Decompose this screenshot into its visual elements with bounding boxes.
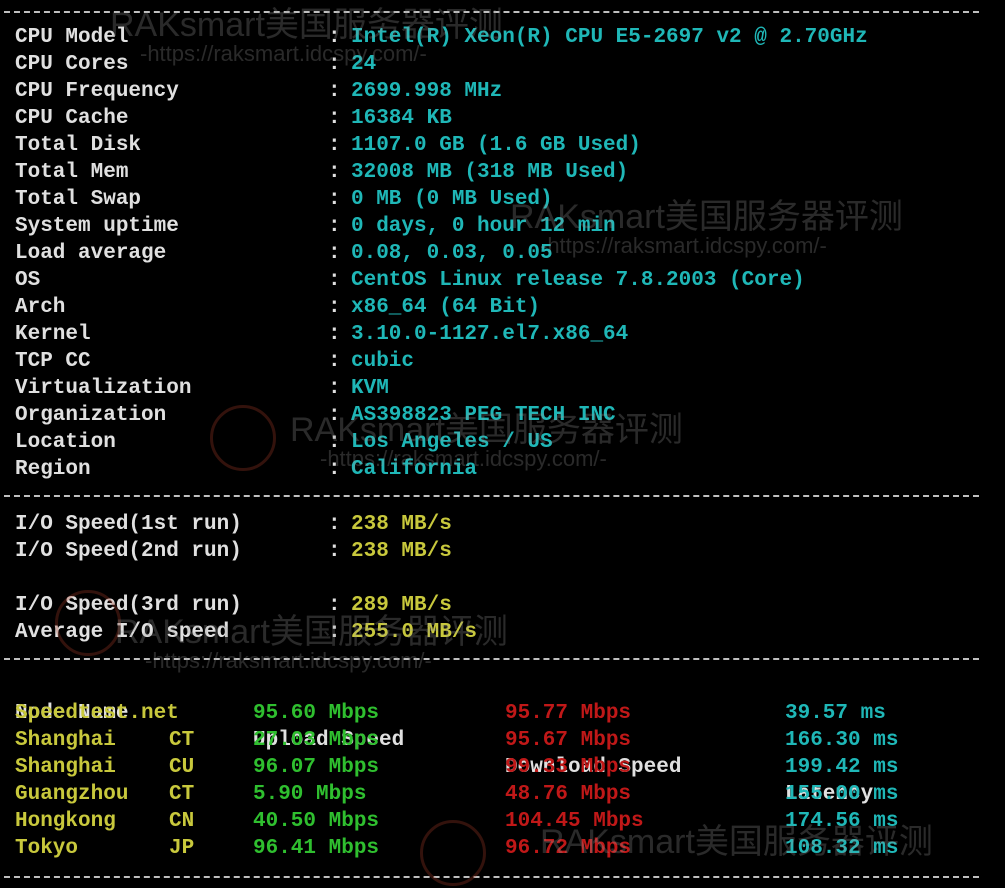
info-colon: : [328,458,341,481]
info-colon: : [328,350,341,373]
io-colon: : [328,540,341,563]
latency: 174.56 ms [785,810,899,833]
node-name: Guangzhou [15,783,129,806]
download-speed: 95.67 Mbps [505,729,632,752]
node-name: Speedtest.net [15,702,179,725]
info-value: 16384 KB [351,107,452,130]
info-value: 32008 MB (318 MB Used) [351,161,629,184]
info-label: Total Swap [15,188,142,211]
download-speed: 96.72 Mbps [505,837,632,860]
io-value: 255.0 MB/s [351,621,478,644]
info-value: 0.08, 0.03, 0.05 [351,242,553,265]
io-label: I/O Speed(2nd run) [15,540,242,563]
info-label: Load average [15,242,167,265]
upload-speed: 27.03 Mbps [253,729,380,752]
info-colon: : [328,107,341,130]
info-colon: : [328,26,341,49]
info-colon: : [328,404,341,427]
latency: 166.30 ms [785,729,899,752]
info-colon: : [328,134,341,157]
info-colon: : [328,431,341,454]
watermark-logo-icon [210,405,276,471]
info-value: cubic [351,350,415,373]
info-colon: : [328,377,341,400]
download-speed: 99.33 Mbps [505,756,632,779]
node-isp: CT [169,783,195,806]
info-label: Kernel [15,323,91,346]
upload-speed: 5.90 Mbps [253,783,367,806]
info-value: KVM [351,377,389,400]
info-value: AS398823 PEG TECH INC [351,404,616,427]
node-name: Tokyo [15,837,79,860]
io-label: I/O Speed(1st run) [15,513,242,536]
info-colon: : [328,80,341,103]
node-isp: CN [169,810,195,833]
io-label: I/O Speed(3rd run) [15,594,242,617]
io-colon: : [328,594,341,617]
info-label: Total Disk [15,134,142,157]
info-label: CPU Frequency [15,80,179,103]
latency: 155.00 ms [785,783,899,806]
info-value: CentOS Linux release 7.8.2003 (Core) [351,269,805,292]
info-colon: : [328,215,341,238]
upload-speed: 40.50 Mbps [253,810,380,833]
info-colon: : [328,161,341,184]
info-label: Organization [15,404,167,427]
node-isp: CU [169,756,195,779]
info-value: 3.10.0-1127.el7.x86_64 [351,323,629,346]
separator-2 [4,658,979,660]
info-label: OS [15,269,41,292]
io-colon: : [328,621,341,644]
io-value: 289 MB/s [351,594,452,617]
info-value: Intel(R) Xeon(R) CPU E5-2697 v2 @ 2.70GH… [351,26,868,49]
info-label: TCP CC [15,350,91,373]
info-label: Arch [15,296,66,319]
info-value: x86_64 (64 Bit) [351,296,541,319]
separator-top [4,11,979,13]
info-label: Location [15,431,116,454]
upload-speed: 95.60 Mbps [253,702,380,725]
info-value: 0 days, 0 hour 12 min [351,215,616,238]
info-value: 2699.998 MHz [351,80,503,103]
info-colon: : [328,323,341,346]
upload-speed: 96.41 Mbps [253,837,380,860]
download-speed: 104.45 Mbps [505,810,644,833]
info-colon: : [328,242,341,265]
latency: 39.57 ms [785,702,886,725]
download-speed: 95.77 Mbps [505,702,632,725]
node-isp: CT [169,729,195,752]
upload-speed: 96.07 Mbps [253,756,380,779]
latency: 108.32 ms [785,837,899,860]
speed-table-header: Node Name Upload Speed Download Speed La… [15,673,873,806]
info-value: Los Angeles / US [351,431,553,454]
info-colon: : [328,296,341,319]
info-value: California [351,458,478,481]
info-label: Region [15,458,91,481]
node-name: Shanghai [15,756,116,779]
separator-1 [4,495,979,497]
node-name: Shanghai [15,729,116,752]
io-label: Average I/O speed [15,621,230,644]
io-value: 238 MB/s [351,540,452,563]
info-label: CPU Model [15,26,129,49]
io-colon: : [328,513,341,536]
info-label: Total Mem [15,161,129,184]
info-value: 0 MB (0 MB Used) [351,188,553,211]
node-name: Hongkong [15,810,116,833]
info-value: 1107.0 GB (1.6 GB Used) [351,134,641,157]
info-label: Virtualization [15,377,192,400]
info-label: CPU Cache [15,107,129,130]
info-colon: : [328,188,341,211]
download-speed: 48.76 Mbps [505,783,632,806]
info-value: 24 [351,53,377,76]
info-colon: : [328,269,341,292]
info-colon: : [328,53,341,76]
info-label: CPU Cores [15,53,129,76]
io-value: 238 MB/s [351,513,452,536]
latency: 199.42 ms [785,756,899,779]
info-label: System uptime [15,215,179,238]
separator-bottom [4,876,979,878]
node-isp: JP [169,837,195,860]
